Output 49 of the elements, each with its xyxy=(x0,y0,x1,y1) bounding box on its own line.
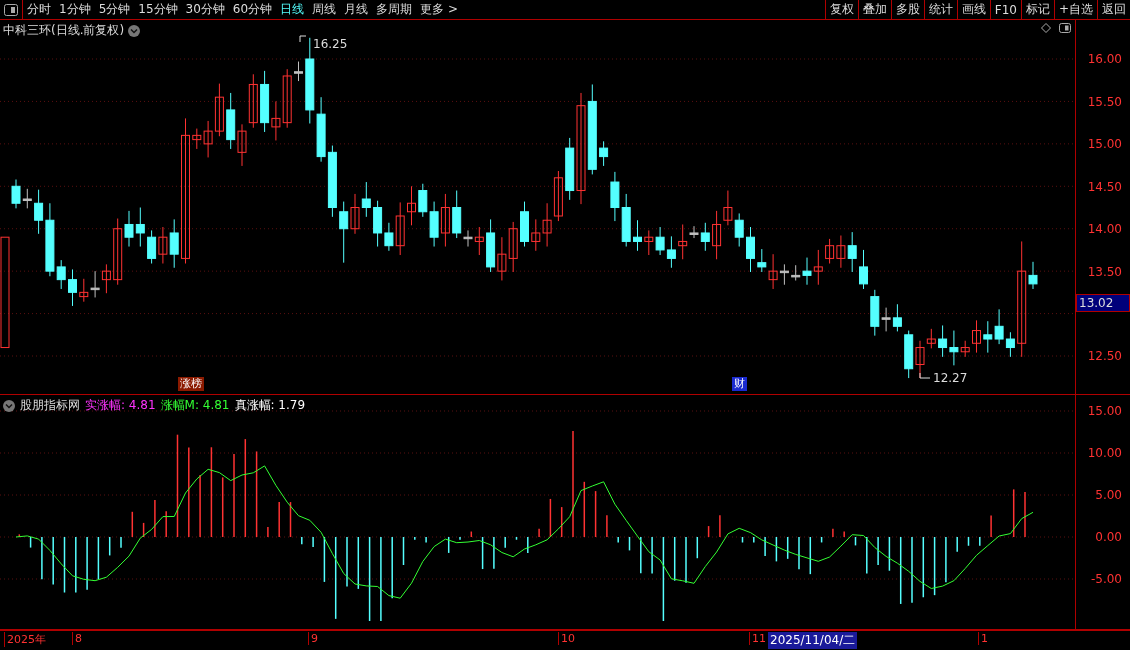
indicator-value: 涨幅M: 4.81 xyxy=(160,397,230,415)
indicator-value: 实涨幅: 4.81 xyxy=(85,397,156,415)
price-axis-label: 14.00 xyxy=(1087,222,1122,237)
period-tab[interactable]: 30分钟 xyxy=(181,0,229,20)
period-tab[interactable]: 60分钟 xyxy=(228,0,277,20)
date-axis-label: 11 xyxy=(749,632,766,646)
date-axis-label: 8 xyxy=(72,632,82,646)
price-axis-label: 15.50 xyxy=(1087,94,1122,109)
indicator-axis-label: 15.00 xyxy=(1087,404,1122,419)
indicator-name: 股朋指标网 xyxy=(20,397,80,415)
period-tab[interactable]: 5分钟 xyxy=(94,0,135,20)
toolbar-button[interactable]: F10 xyxy=(989,0,1021,20)
period-tab[interactable]: 更多 > xyxy=(416,0,462,20)
date-axis-label: 2025年 xyxy=(4,632,46,648)
toolbar-button[interactable]: +自选 xyxy=(1053,0,1097,20)
price-axis-label: 16.00 xyxy=(1087,52,1122,67)
date-axis-label: 1 xyxy=(978,632,988,646)
toolbar-button[interactable]: 返回 xyxy=(1097,0,1130,20)
current-price-tag: 13.02 xyxy=(1076,294,1130,313)
period-tab[interactable]: 日线 xyxy=(276,0,309,20)
indicator-axis-label: 10.00 xyxy=(1087,446,1122,461)
price-axis-label: 14.50 xyxy=(1087,179,1122,194)
toolbar-button[interactable]: 叠加 xyxy=(857,0,891,20)
period-tab[interactable]: 1分钟 xyxy=(55,0,95,20)
date-axis-label: 10 xyxy=(558,632,575,646)
price-axis-label: 13.50 xyxy=(1087,264,1122,279)
period-tab[interactable]: 周线 xyxy=(308,0,341,20)
indicator-axis-label: 5.00 xyxy=(1095,488,1122,503)
high-price-label: 16.25 xyxy=(313,37,348,52)
toolbar-button[interactable]: 多股 xyxy=(890,0,924,20)
cursor-date-label: 2025/11/04/二 xyxy=(768,632,858,650)
indicator-axis-label: -5.00 xyxy=(1090,572,1122,587)
period-tab[interactable]: 15分钟 xyxy=(134,0,182,20)
date-axis-label: 9 xyxy=(308,632,318,646)
period-tab[interactable]: 分时 xyxy=(23,0,55,20)
price-axis-label: 15.00 xyxy=(1087,137,1122,152)
toolbar-button[interactable]: 画线 xyxy=(956,0,990,20)
chart-title: 中科三环(日线.前复权) xyxy=(3,22,125,40)
low-price-label: 12.27 xyxy=(933,371,968,386)
toolbar-button[interactable]: 复权 xyxy=(824,0,858,20)
indicator-value: 真涨幅: 1.79 xyxy=(234,397,306,415)
toolbar-button[interactable]: 统计 xyxy=(923,0,957,20)
event-marker[interactable]: 涨榜 xyxy=(178,377,204,392)
price-axis-label: 12.50 xyxy=(1087,349,1122,364)
indicator-axis-label: 0.00 xyxy=(1095,530,1122,545)
toolbar-button[interactable]: 标记 xyxy=(1020,0,1054,20)
event-marker[interactable]: 财 xyxy=(732,377,747,392)
period-tab[interactable]: 月线 xyxy=(340,0,373,20)
period-tab[interactable]: 多周期 xyxy=(372,0,417,20)
